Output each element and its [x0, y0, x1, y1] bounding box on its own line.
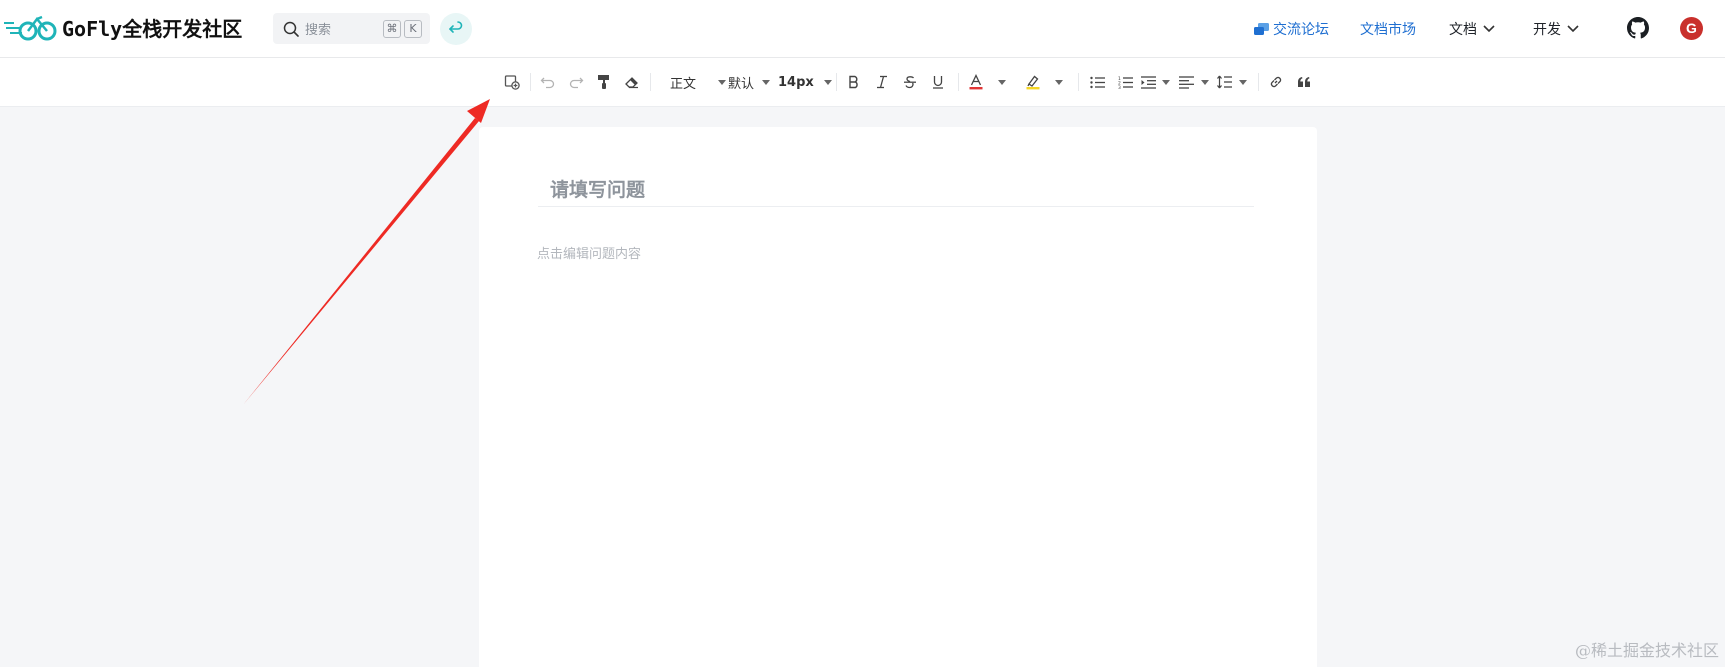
toolbar-divider: [1258, 73, 1259, 91]
nav-docs-menu[interactable]: 文档: [1449, 19, 1495, 39]
line-height-icon: [1216, 75, 1232, 89]
shortcut-cmd-key: ⌘: [383, 20, 401, 38]
underline-icon: [933, 76, 943, 89]
align-caret-icon[interactable]: [1201, 80, 1209, 85]
underline-button[interactable]: [928, 72, 948, 92]
shortcut-k-key: K: [404, 20, 422, 38]
nav-forum-link[interactable]: 交流论坛: [1254, 19, 1329, 39]
paragraph-style-select[interactable]: 正文: [670, 73, 727, 92]
question-title-input[interactable]: [538, 173, 1254, 207]
font-color-button[interactable]: [966, 72, 986, 92]
insert-link-button[interactable]: [1266, 72, 1286, 92]
numbered-list-button[interactable]: 1 2 3: [1115, 72, 1135, 92]
toolbar-divider: [650, 73, 651, 91]
redo-icon: [569, 77, 584, 89]
toolbar-divider: [1078, 73, 1079, 91]
blockquote-button[interactable]: [1294, 72, 1314, 92]
search-placeholder: 搜索: [305, 23, 332, 38]
github-icon[interactable]: [1627, 17, 1649, 39]
bold-button[interactable]: [844, 72, 864, 92]
toolbar-divider: [958, 73, 959, 91]
user-avatar[interactable]: G: [1680, 17, 1703, 40]
question-content-editor[interactable]: [537, 243, 1257, 623]
strikethrough-button[interactable]: [900, 72, 920, 92]
font-size-value: 14px: [778, 74, 814, 90]
numbered-list-icon: 1 2 3: [1118, 76, 1133, 89]
format-painter-icon: [598, 75, 609, 89]
italic-button[interactable]: [872, 72, 892, 92]
toolbar-divider: [836, 73, 837, 91]
chevron-down-icon: [1567, 25, 1579, 33]
highlight-icon: [1026, 75, 1040, 90]
watermark: @稀土掘金技术社区: [1574, 641, 1719, 660]
italic-icon: [877, 75, 887, 89]
forum-chat-icon: [1254, 22, 1269, 35]
back-button[interactable]: [440, 13, 472, 45]
nav-dev-menu[interactable]: 开发: [1533, 19, 1579, 39]
caret-down-icon: [718, 79, 727, 85]
indent-icon: [1140, 75, 1156, 89]
search-icon: [283, 21, 299, 37]
font-color-icon: [969, 74, 983, 90]
quote-icon: [1298, 77, 1310, 87]
eraser-icon: [625, 77, 638, 89]
align-left-icon: [1178, 75, 1194, 89]
format-painter-button[interactable]: [594, 72, 614, 92]
clear-format-button[interactable]: [622, 72, 642, 92]
font-size-select[interactable]: 14px: [778, 73, 832, 91]
align-button[interactable]: [1176, 72, 1196, 92]
paragraph-style-value: 正文: [670, 76, 697, 92]
undo-arrow-icon: [449, 21, 463, 33]
redo-button[interactable]: [566, 72, 586, 92]
insert-template-button[interactable]: [502, 72, 522, 92]
chevron-down-icon: [1483, 25, 1495, 33]
nav-forum-label: 交流论坛: [1273, 22, 1329, 38]
brand-name[interactable]: GoFly全栈开发社区: [62, 13, 242, 42]
line-height-button[interactable]: [1214, 72, 1234, 92]
bulleted-list-icon: [1089, 76, 1105, 88]
svg-text:3: 3: [1118, 85, 1121, 89]
nav-market-link[interactable]: 文档市场: [1360, 19, 1416, 39]
editor-toolbar: 正文 默认 14px 1 2 3: [0, 58, 1725, 107]
caret-down-icon: [762, 79, 771, 85]
highlight-color-button[interactable]: [1023, 72, 1043, 92]
undo-icon: [540, 77, 555, 89]
link-icon: [1270, 76, 1282, 88]
indent-button[interactable]: [1138, 72, 1158, 92]
font-family-select[interactable]: 默认: [728, 73, 771, 92]
strikethrough-icon: [904, 76, 916, 89]
font-color-caret-icon[interactable]: [998, 80, 1006, 85]
gofly-logo-icon[interactable]: [4, 12, 58, 44]
search-box[interactable]: 搜索 ⌘ K: [273, 13, 430, 44]
insert-template-icon: [504, 75, 520, 90]
nav-dev-label: 开发: [1533, 22, 1561, 38]
bold-icon: [849, 75, 858, 89]
top-navbar: GoFly全栈开发社区 搜索 ⌘ K 交流论坛 文档市场 文档 开发 G: [0, 0, 1725, 58]
line-height-caret-icon[interactable]: [1239, 80, 1247, 85]
toolbar-divider: [530, 73, 531, 91]
caret-down-icon: [823, 79, 832, 85]
bulleted-list-button[interactable]: [1087, 72, 1107, 92]
undo-button[interactable]: [538, 72, 558, 92]
indent-caret-icon[interactable]: [1162, 80, 1170, 85]
nav-docs-label: 文档: [1449, 22, 1477, 38]
highlight-caret-icon[interactable]: [1055, 80, 1063, 85]
font-family-value: 默认: [728, 76, 755, 92]
